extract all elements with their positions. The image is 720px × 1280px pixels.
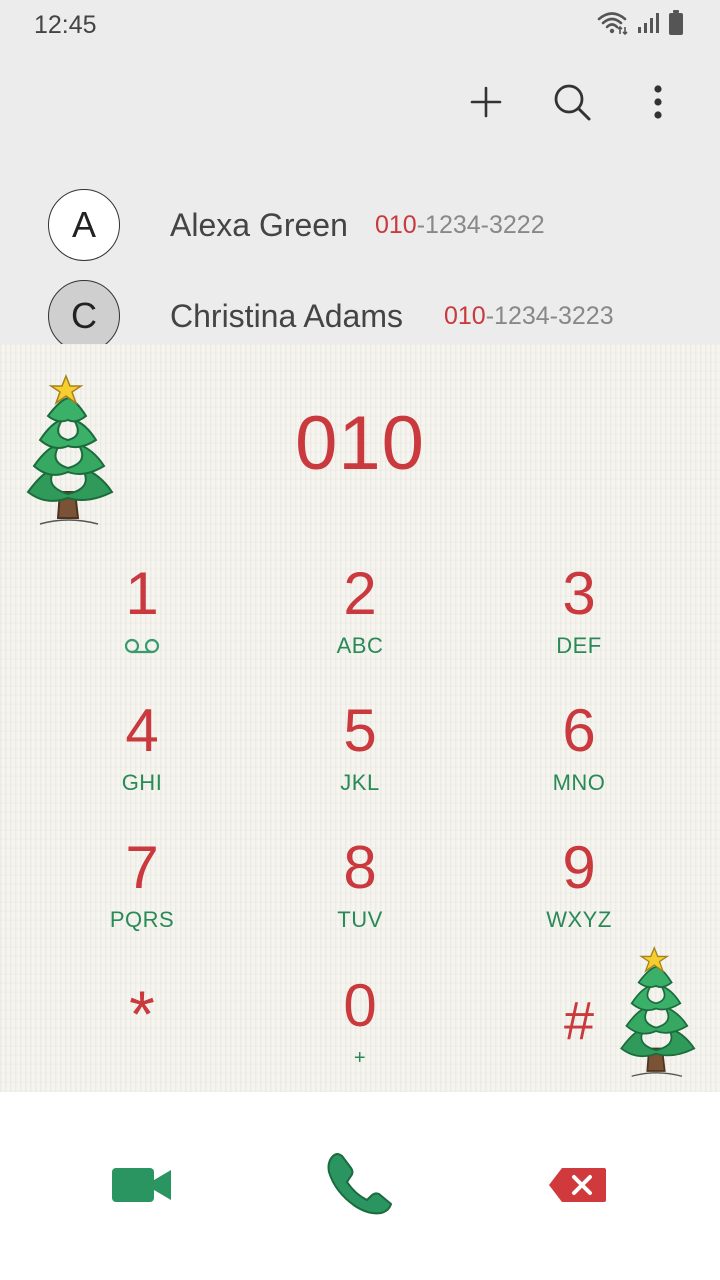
bottom-bar — [0, 1092, 720, 1280]
video-call-button[interactable] — [92, 1147, 192, 1227]
key-hash[interactable]: # — [479, 989, 679, 1092]
list-item[interactable]: A Alexa Green 010-1234-3222 — [0, 180, 720, 270]
video-call-icon — [111, 1165, 173, 1210]
key-0[interactable]: 0 + — [260, 974, 460, 1092]
status-icons — [596, 9, 684, 41]
key-3[interactable]: 3 DEF — [479, 562, 679, 680]
key-digit: 8 — [343, 834, 377, 901]
key-letters: GHI — [121, 770, 163, 795]
key-digit: 2 — [343, 560, 377, 627]
phone-call-icon — [325, 1152, 395, 1223]
wifi-icon — [596, 10, 628, 41]
dialpad: 010 1 2 ABC 3 DEF 4 GHI 5 JKL 6 MNO 7 PQ… — [0, 344, 720, 1092]
key-digit: 3 — [562, 560, 596, 627]
more-options-button[interactable] — [634, 80, 682, 128]
action-bar — [462, 76, 682, 132]
key-letters: WXYZ — [546, 907, 612, 932]
key-1[interactable]: 1 — [42, 562, 242, 680]
voicemail-icon — [123, 632, 161, 660]
status-bar: 12:45 — [0, 0, 720, 50]
add-contact-button[interactable] — [462, 80, 510, 128]
contact-number: 010-1234-3222 — [375, 211, 545, 240]
contact-name: Christina Adams — [170, 297, 403, 334]
key-9[interactable]: 9 WXYZ — [479, 836, 679, 954]
key-8[interactable]: 8 TUV — [260, 836, 460, 954]
key-7[interactable]: 7 PQRS — [42, 836, 242, 954]
key-2[interactable]: 2 ABC — [260, 562, 460, 680]
key-6[interactable]: 6 MNO — [479, 699, 679, 817]
key-star[interactable]: * — [42, 976, 242, 1092]
key-letters: JKL — [340, 770, 380, 795]
key-digit: 7 — [125, 834, 159, 901]
key-digit: 4 — [125, 697, 159, 764]
call-button[interactable] — [310, 1147, 410, 1227]
contact-name: Alexa Green — [170, 206, 348, 243]
key-letters: TUV — [337, 907, 383, 932]
search-button[interactable] — [548, 80, 596, 128]
add-icon — [469, 85, 503, 124]
number-match: 010 — [444, 301, 486, 330]
avatar: C — [48, 280, 120, 345]
dialed-number-display[interactable]: 010 — [0, 400, 720, 487]
key-5[interactable]: 5 JKL — [260, 699, 460, 817]
key-digit: 5 — [343, 697, 377, 764]
number-rest: -1234-3222 — [416, 210, 545, 239]
contact-suggestions: A Alexa Green 010-1234-3222 C Christina … — [0, 180, 720, 345]
battery-icon — [668, 9, 684, 41]
number-rest: -1234-3223 — [485, 301, 614, 330]
number-match: 010 — [375, 210, 417, 239]
key-4[interactable]: 4 GHI — [42, 699, 242, 817]
backspace-button[interactable] — [528, 1147, 628, 1227]
key-digit: 1 — [125, 560, 159, 627]
key-digit: 9 — [562, 834, 596, 901]
key-letters: MNO — [552, 770, 606, 795]
key-letters: DEF — [556, 633, 602, 658]
avatar: A — [48, 189, 120, 261]
key-letters: PQRS — [109, 907, 175, 932]
search-icon — [552, 82, 592, 127]
key-digit: * — [129, 977, 155, 1051]
key-letters: + — [353, 1047, 367, 1069]
more-options-icon — [652, 84, 664, 125]
signal-icon — [636, 11, 660, 40]
key-digit: 0 — [343, 972, 377, 1039]
list-item[interactable]: C Christina Adams 010-1234-3223 — [0, 271, 720, 345]
key-letters: ABC — [336, 633, 384, 658]
status-time: 12:45 — [34, 10, 97, 39]
backspace-icon — [548, 1166, 608, 1209]
key-digit: 6 — [562, 697, 596, 764]
key-digit: # — [563, 991, 595, 1051]
contact-number: 010-1234-3223 — [444, 302, 614, 331]
